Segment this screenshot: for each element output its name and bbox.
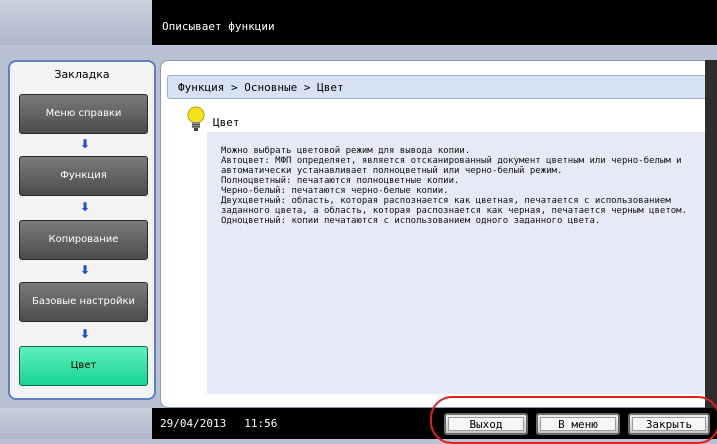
- sidebar-item-label: Цвет: [70, 360, 97, 371]
- lightbulb-icon: [185, 105, 207, 133]
- highlight-annotation: [430, 396, 717, 444]
- sidebar-item-label: Функция: [60, 170, 107, 181]
- sidebar-item-label: Копирование: [48, 234, 119, 245]
- header-title: Описывает функции: [162, 20, 275, 33]
- sidebar-item-function[interactable]: Функция: [19, 156, 148, 196]
- sidebar-title: Закладка: [54, 68, 110, 81]
- sidebar-item-help-menu[interactable]: Меню справки: [19, 94, 148, 134]
- sidebar-item-copy[interactable]: Копирование: [19, 220, 148, 260]
- arrow-down-icon: ⬇: [79, 137, 91, 151]
- bottom-left-tab: [0, 408, 152, 439]
- time-text: 11:56: [244, 417, 278, 430]
- arrow-down-icon: ⬇: [79, 200, 91, 214]
- description-text: Можно выбрать цветовой режим для вывода …: [207, 132, 707, 394]
- arrow-down-icon: ⬇: [79, 327, 91, 341]
- header-bar: Описывает функции: [152, 0, 717, 45]
- sidebar-item-label: Меню справки: [45, 108, 122, 119]
- breadcrumb: Функция > Основные > Цвет: [167, 75, 707, 99]
- main-panel: Функция > Основные > Цвет Цвет Можно выб…: [160, 60, 717, 408]
- sidebar-item-color[interactable]: Цвет: [19, 346, 148, 386]
- top-left-tab: [0, 0, 152, 45]
- breadcrumb-text: Функция > Основные > Цвет: [178, 80, 344, 94]
- datetime: 29/04/2013 11:56: [160, 417, 295, 430]
- sidebar-item-basic-settings[interactable]: Базовые настройки: [19, 282, 148, 322]
- sidebar-item-label: Базовые настройки: [31, 296, 136, 307]
- arrow-down-icon: ⬇: [79, 263, 91, 277]
- date-text: 29/04/2013: [160, 417, 227, 430]
- right-edge-strip: [705, 60, 717, 408]
- page-title: Цвет: [213, 116, 240, 129]
- bookmark-sidebar: Закладка Меню справки ⬇ Функция ⬇ Копиро…: [8, 60, 156, 400]
